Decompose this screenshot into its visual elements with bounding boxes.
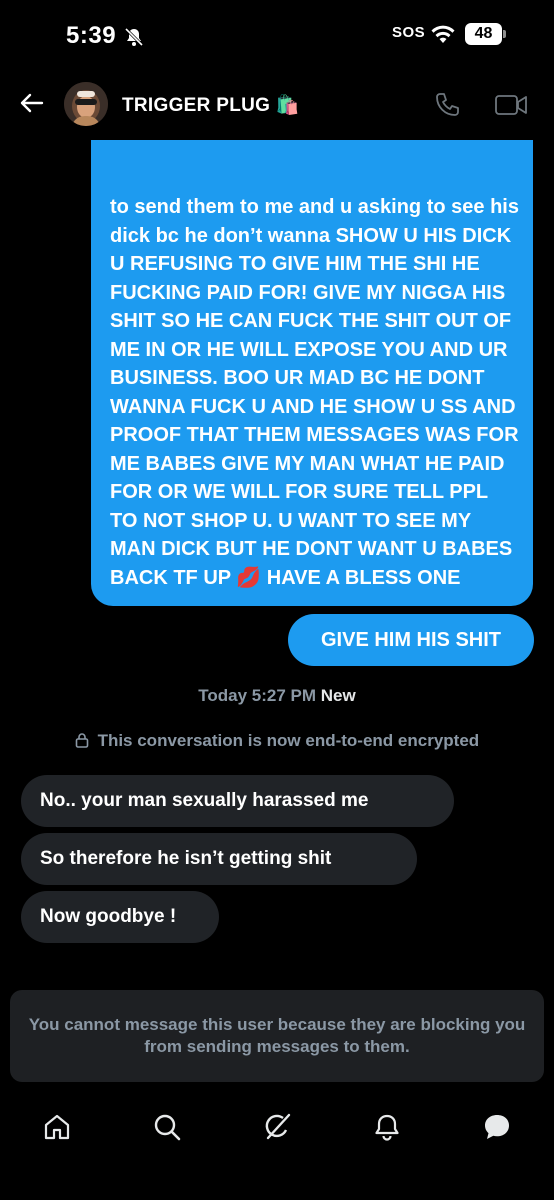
search-icon[interactable] — [152, 1112, 182, 1142]
battery-cap — [503, 30, 506, 38]
message-timestamp: Today 5:27 PM New — [0, 686, 554, 706]
status-time: 5:39 — [66, 22, 117, 49]
phone-icon[interactable] — [433, 91, 461, 119]
encryption-notice: This conversation is now end-to-end encr… — [0, 731, 554, 751]
received-message[interactable]: So therefore he isn’t getting shit — [21, 833, 417, 885]
sent-message-short[interactable]: GIVE HIM HIS SHIT — [288, 614, 534, 666]
video-call-icon[interactable] — [494, 92, 528, 118]
sent-message-long-text: to send them to me and u asking to see h… — [110, 196, 519, 589]
status-bar: 5:39 SOS 48 — [0, 0, 554, 72]
back-arrow-icon[interactable] — [18, 90, 44, 116]
encryption-notice-text: This conversation is now end-to-end encr… — [97, 731, 480, 750]
notifications-icon[interactable] — [372, 1112, 402, 1142]
battery-indicator: 48 — [465, 23, 507, 45]
wifi-icon — [431, 25, 455, 43]
lock-icon — [75, 733, 89, 748]
messages-icon[interactable] — [482, 1112, 512, 1142]
contact-name[interactable]: TRIGGER PLUG 🛍️ — [122, 93, 300, 117]
bell-slash-icon — [124, 27, 144, 47]
battery-level: 48 — [465, 23, 502, 45]
new-label: New — [320, 686, 356, 705]
received-message[interactable]: Now goodbye ! — [21, 891, 219, 943]
timestamp-text: Today 5:27 PM — [198, 686, 317, 705]
avatar[interactable] — [64, 82, 108, 126]
grok-icon[interactable] — [262, 1112, 292, 1142]
sos-indicator: SOS — [392, 24, 426, 41]
home-icon[interactable] — [42, 1112, 72, 1142]
header-divider — [0, 138, 554, 140]
sent-message-long[interactable]: to send them to me and u asking to see h… — [91, 110, 533, 606]
avatar-image — [64, 82, 108, 126]
conversation-header: TRIGGER PLUG 🛍️ — [0, 72, 554, 138]
blocked-notice: You cannot message this user because the… — [10, 990, 544, 1082]
bottom-nav — [0, 1100, 554, 1200]
received-message[interactable]: No.. your man sexually harassed me — [21, 775, 454, 827]
